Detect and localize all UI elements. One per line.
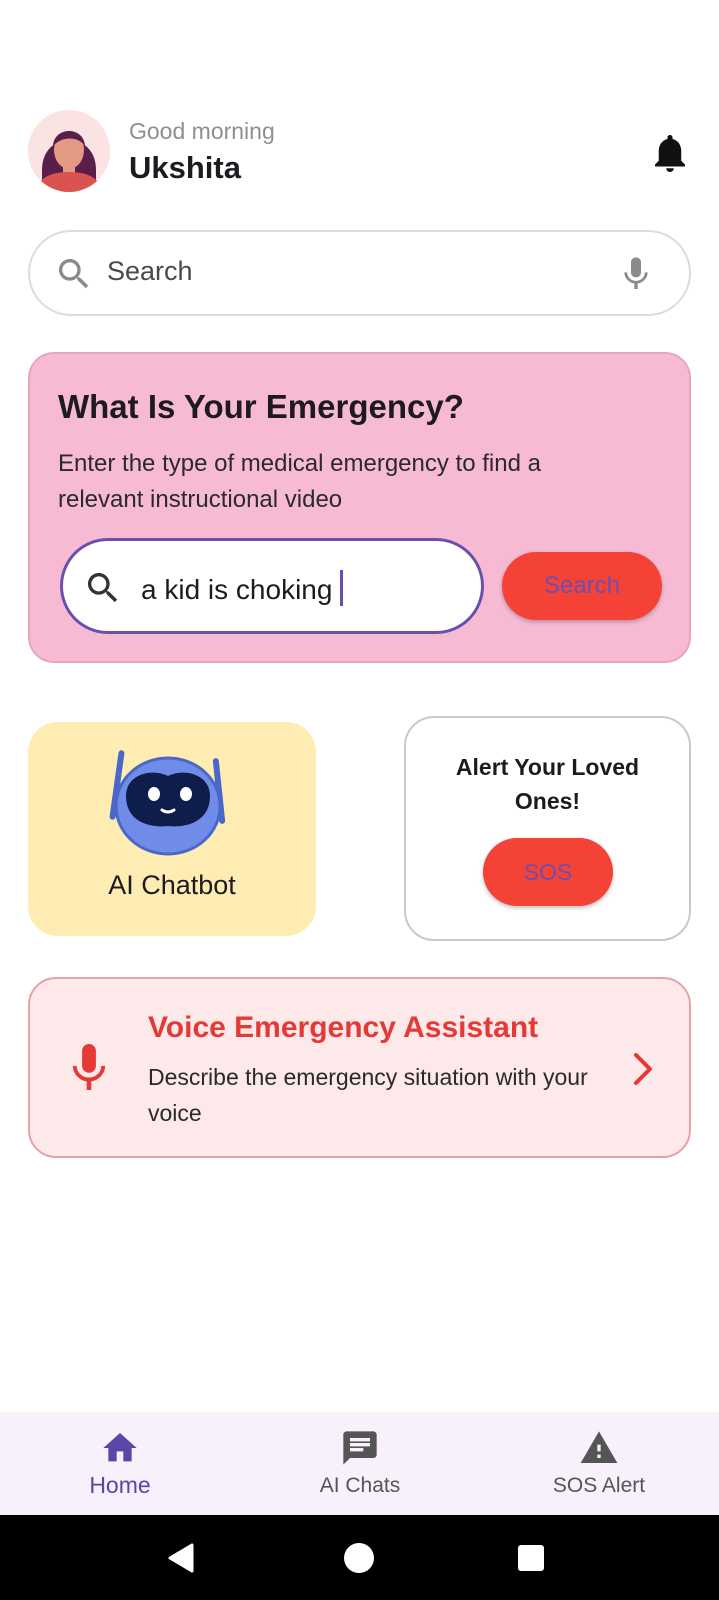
nav-label-ai-chats: AI Chats bbox=[319, 1474, 401, 1497]
bell-icon[interactable] bbox=[652, 134, 688, 174]
nav-item-sos-alert[interactable]: SOS Alert bbox=[479, 1412, 719, 1515]
chat-icon bbox=[343, 1431, 377, 1465]
ai-chatbot-card[interactable]: AI Chatbot bbox=[28, 722, 316, 936]
voice-assistant-title: Voice Emergency Assistant bbox=[148, 1011, 539, 1044]
search-bar[interactable]: Search bbox=[28, 230, 691, 316]
nav-item-home[interactable]: Home bbox=[0, 1412, 240, 1515]
recents-icon[interactable] bbox=[510, 1537, 552, 1579]
voice-assistant-card[interactable]: Voice Emergency Assistant Describe the e… bbox=[28, 977, 691, 1158]
emergency-input-value: a kid is choking bbox=[141, 574, 333, 605]
greeting-text: Good morning bbox=[129, 118, 275, 144]
avatar-image bbox=[28, 110, 110, 192]
home-icon bbox=[103, 1433, 137, 1462]
mic-icon bbox=[72, 1044, 106, 1090]
sos-card: Alert Your Loved Ones! SOS bbox=[404, 716, 691, 941]
ai-chatbot-label: AI Chatbot bbox=[108, 870, 236, 900]
nav-label-sos-alert: SOS Alert bbox=[552, 1474, 646, 1497]
search-icon bbox=[59, 259, 89, 289]
sos-card-title: Alert Your Loved Ones! bbox=[455, 754, 640, 814]
nav-label-home: Home bbox=[89, 1472, 151, 1498]
home-button-icon[interactable] bbox=[338, 1537, 380, 1579]
emergency-search-button[interactable]: Search bbox=[502, 552, 662, 620]
text-caret bbox=[340, 570, 344, 606]
bottom-navigation: Home AI Chats SOS Alert bbox=[0, 1412, 719, 1515]
warning-icon bbox=[580, 1431, 618, 1463]
nav-item-ai-chats[interactable]: AI Chats bbox=[240, 1412, 480, 1515]
emergency-search-input[interactable]: a kid is choking bbox=[60, 538, 484, 634]
system-navigation-bar bbox=[0, 1515, 719, 1600]
emergency-card: What Is Your Emergency? Enter the type o… bbox=[28, 352, 691, 663]
back-icon[interactable] bbox=[162, 1537, 204, 1579]
user-name: Ukshita bbox=[129, 150, 241, 185]
voice-assistant-description: Describe the emergency situation with yo… bbox=[148, 1064, 588, 1126]
search-icon bbox=[88, 573, 118, 603]
emergency-title: What Is Your Emergency? bbox=[58, 388, 464, 425]
sos-button[interactable]: SOS bbox=[483, 838, 613, 906]
emergency-description: Enter the type of medical emergency to f… bbox=[58, 450, 541, 513]
robot-icon bbox=[109, 750, 226, 856]
chevron-right-icon bbox=[634, 1053, 652, 1085]
mic-icon[interactable] bbox=[616, 252, 656, 296]
search-placeholder[interactable]: Search bbox=[107, 256, 193, 287]
avatar[interactable] bbox=[28, 110, 110, 192]
